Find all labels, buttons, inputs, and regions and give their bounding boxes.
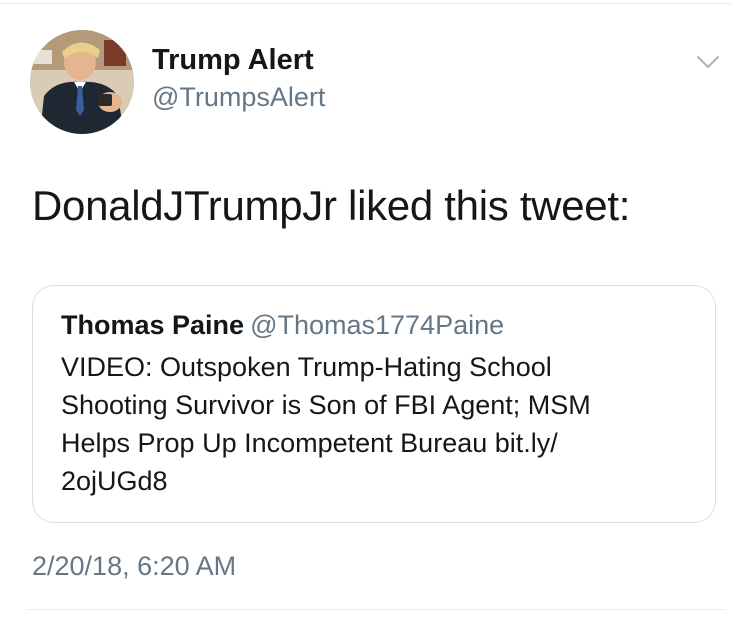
quoted-tweet-text: VIDEO: Outspoken Trump-Hating School Sho… xyxy=(61,352,591,496)
quoted-tweet-card[interactable]: Thomas Paine @Thomas1774Paine VIDEO: Outs… xyxy=(32,285,716,523)
quoted-tweet-header: Thomas Paine @Thomas1774Paine xyxy=(61,308,504,347)
author-handle[interactable]: @TrumpsAlert xyxy=(152,80,325,114)
tweet-options-button[interactable] xyxy=(692,50,724,74)
tweet-text: DonaldJTrumpJr liked this tweet: xyxy=(32,182,631,229)
quoted-author-handle: @Thomas1774Paine xyxy=(250,310,505,340)
chevron-down-icon xyxy=(696,55,720,69)
bottom-divider xyxy=(26,609,726,610)
avatar[interactable] xyxy=(30,30,134,134)
quoted-author-name: Thomas Paine xyxy=(61,310,245,340)
author-name[interactable]: Trump Alert xyxy=(152,42,314,78)
top-divider xyxy=(0,3,732,4)
avatar-image xyxy=(30,30,134,134)
tweet-timestamp[interactable]: 2/20/18, 6:20 AM xyxy=(32,549,236,583)
